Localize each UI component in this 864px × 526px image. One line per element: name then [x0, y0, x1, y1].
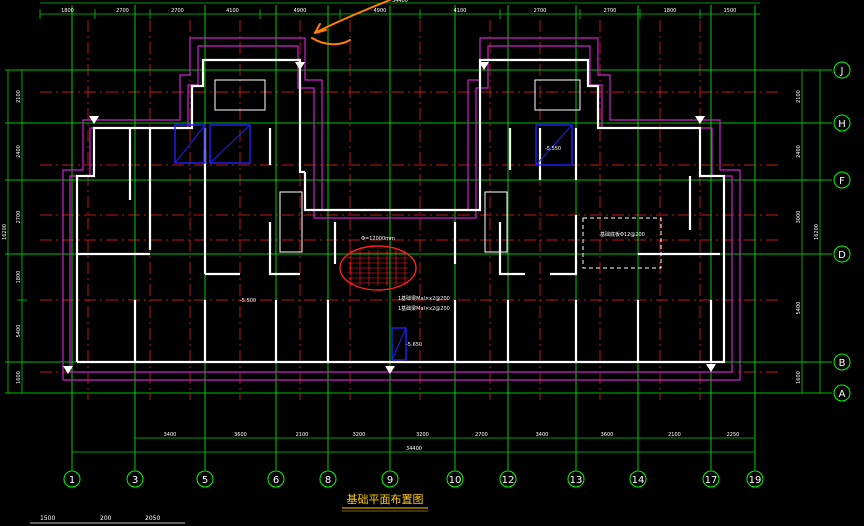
plan-features [63, 0, 716, 374]
markup-arrow [311, 0, 391, 46]
dashed-pit [582, 217, 662, 269]
axis-label-12: 12 [502, 475, 515, 486]
elevation-label-stair: -5.550 [545, 146, 561, 152]
left-dim-label: 1600 [16, 371, 22, 384]
left-dim-label: 2100 [16, 90, 22, 103]
top-dim-label: 1800 [664, 8, 677, 14]
bottom-dim-label: 3200 [353, 432, 366, 438]
right-dim-label: 2400 [796, 145, 802, 158]
axis-label-14: 14 [632, 475, 645, 486]
axis-label-17: 17 [705, 475, 718, 486]
scale-bar-label: 2050 [145, 515, 160, 522]
right-dim-label: 5400 [796, 302, 802, 315]
top-dim-label: 4900 [294, 8, 307, 14]
bottom-dim-label: 2100 [296, 432, 309, 438]
axis-label-5: 5 [202, 475, 208, 486]
scale-bar-label: 200 [100, 515, 112, 522]
bottom-dim-label: 2700 [475, 432, 488, 438]
top-dim-label: 2700 [116, 8, 129, 14]
bottom-dim-label: 3200 [416, 432, 429, 438]
left-total-label: 16200 [2, 224, 8, 240]
level-marker [63, 366, 73, 374]
axis-label-D: D [838, 250, 846, 261]
right-dim-label: 1600 [796, 371, 802, 384]
top-dim-label: 4900 [374, 8, 387, 14]
elevator-pit [534, 79, 581, 111]
beam-note-2: 1基础梁Mal×x2@200 [398, 305, 450, 312]
annotations: Φ=12000mm 1基础梁Mal×x2@200 1基础梁Mal×x2@200 -5.… [30, 146, 645, 524]
top-dim-label: 4100 [454, 8, 467, 14]
bottom-dim-label: 3400 [536, 432, 549, 438]
top-dim-label: 2700 [171, 8, 184, 14]
wall-segment [208, 58, 305, 174]
axis-label-H: H [838, 119, 846, 130]
left-dim-label: 2400 [16, 145, 22, 158]
top-total-label: 34400 [392, 0, 408, 4]
axis-label-F: F [839, 176, 845, 187]
walls [75, 58, 726, 364]
elevator-pit [484, 191, 508, 253]
top-dim-label: 4100 [226, 8, 239, 14]
scale-bar-label: 1500 [40, 515, 55, 522]
bottom-dim-label: 2100 [668, 432, 681, 438]
elevator-pit [279, 191, 303, 253]
top-dim-label: 2700 [534, 8, 547, 14]
dimension-lines: 1800 2700 2700 4100 4900 4900 4100 2700 2700 1800… [2, 0, 821, 453]
left-dim-label: 2700 [16, 211, 22, 224]
axis-label-1: 1 [69, 475, 75, 486]
bottom-dim-label: 3600 [601, 432, 614, 438]
level-marker [295, 62, 305, 70]
stair-diagonal [391, 327, 407, 361]
stair-diagonal [535, 124, 573, 166]
wall-segment [303, 172, 482, 212]
right-dim-label: 2100 [796, 90, 802, 103]
top-dim-label: 1800 [61, 8, 74, 14]
right-dim-label: 3000 [796, 211, 802, 224]
top-dim-label: 2700 [604, 8, 617, 14]
bottom-dim-label: 3600 [234, 432, 247, 438]
left-dim-label: 1800 [16, 271, 22, 284]
sump-diameter-label: Φ=12000mm [361, 236, 395, 242]
bottom-dim-label: 2250 [727, 432, 740, 438]
level-marker [385, 366, 395, 374]
axis-label-6: 6 [273, 475, 279, 486]
wall-segment [550, 215, 578, 276]
bottom-dim-label: 3400 [164, 432, 177, 438]
left-dim-label: 5400 [16, 325, 22, 338]
top-dim-label: 1500 [724, 8, 737, 14]
level-marker [706, 364, 716, 372]
axis-label-10: 10 [449, 475, 462, 486]
slab-note: 基础底板Φ12@200 [600, 231, 645, 238]
wall-segment [268, 222, 300, 276]
stair-diagonal [209, 124, 251, 164]
cad-drawing-canvas[interactable]: 1 3 5 6 8 9 10 12 13 14 17 19JHFDBA 1800 2700 2700 410… [0, 0, 864, 526]
wall-segment [498, 222, 525, 276]
bottom-total-label: 34400 [406, 446, 422, 452]
axis-label-9: 9 [387, 475, 393, 486]
drawing-title: 基础平面布置图 [347, 493, 424, 506]
axis-label-J: J [840, 66, 844, 77]
axis-label-13: 13 [570, 475, 583, 486]
axis-label-19: 19 [749, 475, 762, 486]
axis-label-8: 8 [325, 475, 331, 486]
beam-note-1: 1基础梁Mal×x2@200 [398, 295, 450, 302]
axis-label-3: 3 [132, 475, 138, 486]
axis-label-B: B [839, 358, 846, 369]
axis-label-A: A [839, 389, 846, 400]
right-total-label: 16200 [814, 224, 820, 240]
elevation-label-left: -5.500 [240, 298, 256, 304]
elevation-label-center: -5.650 [406, 342, 422, 348]
